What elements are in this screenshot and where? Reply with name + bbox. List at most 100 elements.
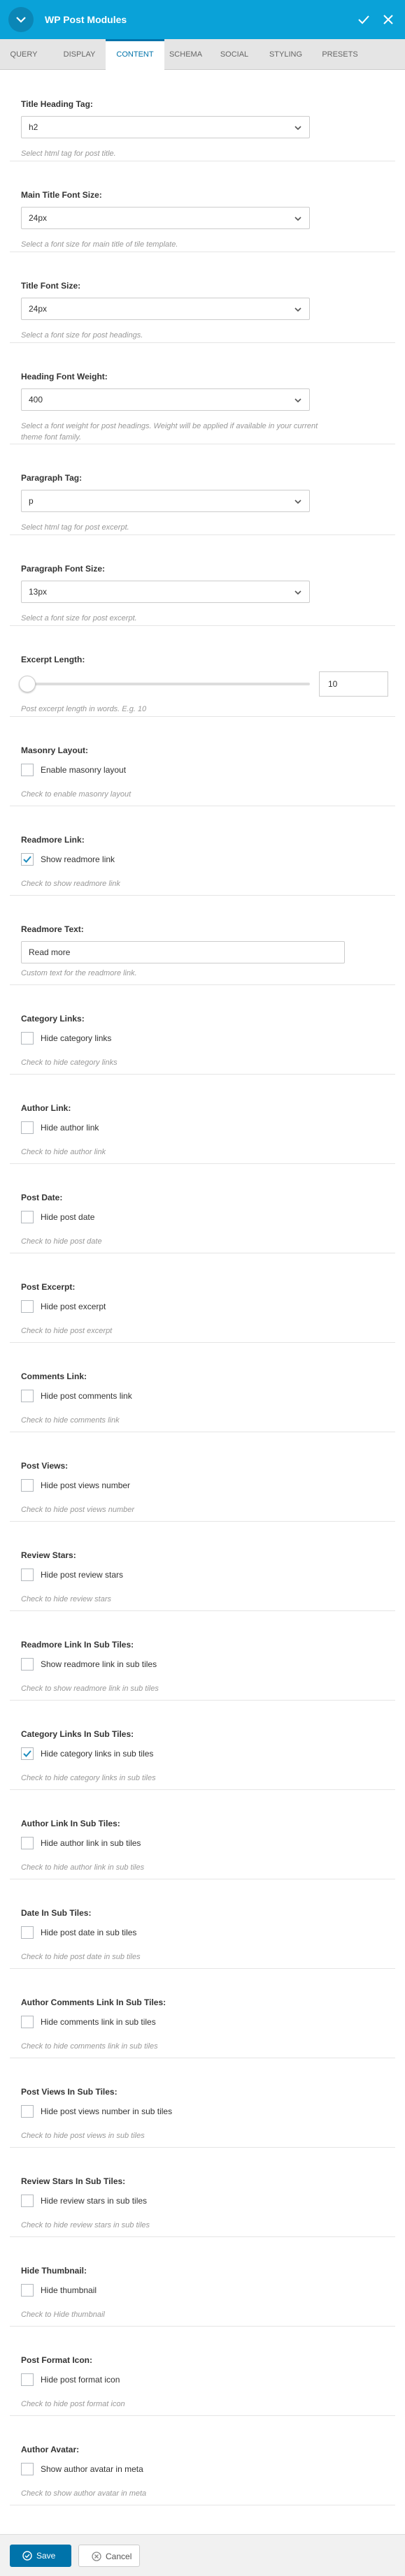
checkbox-label[interactable]: Hide post views number [41,1480,130,1490]
check-icon[interactable] [357,13,370,26]
author-link-checkbox[interactable] [21,1121,34,1134]
checkbox-label[interactable]: Hide post format icon [41,2375,120,2385]
review-stars-in-sub-tiles-checkbox[interactable] [21,2195,34,2207]
chevron-down-icon [294,305,302,316]
paragraph-tag-select[interactable]: p [21,490,310,512]
field-hint: Select a font size for main title of til… [21,240,178,249]
excerpt-slider-track[interactable] [21,683,310,685]
author-comments-link-in-sub-tiles-checkbox[interactable] [21,2016,34,2028]
checkbox-label[interactable]: Hide author link in sub tiles [41,1838,141,1848]
checkbox-label[interactable]: Show readmore link in sub tiles [41,1659,157,1669]
select-value: 24px [29,304,48,314]
field-label: Paragraph Tag: [21,473,83,483]
checkbox-label[interactable]: Hide author link [41,1123,99,1133]
title-font-size-select[interactable]: 24px [21,298,310,320]
checkbox-label[interactable]: Hide post date in sub tiles [41,1928,136,1937]
cancel-button[interactable]: Cancel [78,2545,140,2567]
checkbox-label[interactable]: Hide category links [41,1033,111,1043]
field-hint: Check to hide author link [21,1148,106,1156]
checkbox-label[interactable]: Show readmore link [41,854,115,864]
save-button[interactable]: Save [10,2545,71,2567]
post-format-icon-checkbox[interactable] [21,2373,34,2386]
field-hint: Check to enable masonry layout [21,790,132,799]
field-label: Post Format Icon: [21,2355,93,2365]
section-author-link: Author Link: Hide author link Check to hid… [10,1074,395,1164]
hide-thumbnail-checkbox[interactable] [21,2284,34,2297]
field-hint: Check to hide post date in sub tiles [21,1953,141,1961]
field-hint: Check to hide comments link in sub tiles [21,2042,158,2051]
post-views-checkbox[interactable] [21,1479,34,1492]
field-label: Comments Link: [21,1371,87,1381]
chevron-down-icon [294,497,302,508]
author-link-in-sub-tiles-checkbox[interactable] [21,1837,34,1849]
chevron-down-icon [294,396,302,407]
checkbox-label[interactable]: Hide post comments link [41,1391,132,1401]
post-views-in-sub-tiles-checkbox[interactable] [21,2105,34,2118]
chevron-down-icon [294,214,302,225]
section-post-date: Post Date: Hide post date Check to hide po… [10,1163,395,1253]
field-label: Readmore Text: [21,924,84,934]
field-hint: Check to hide review stars in sub tiles [21,2221,150,2229]
heading-font-weight-select[interactable]: 400 [21,388,310,411]
checkbox-label[interactable]: Enable masonry layout [41,765,126,775]
section-review-stars-in-sub-tiles: Review Stars In Sub Tiles: Hide review st… [10,2147,395,2237]
checkbox-label[interactable]: Hide review stars in sub tiles [41,2196,147,2206]
tab-social[interactable]: SOCIAL [213,39,255,70]
checkbox-label[interactable]: Hide thumbnail [41,2285,97,2295]
field-hint: Select a font weight for post headings. … [21,422,318,430]
field-hint: Check to hide category links in sub tile… [21,1774,156,1782]
readmore-link-checkbox[interactable] [21,853,34,866]
section-title-font-size: Title Font Size: 24px Select a font size f… [10,252,395,343]
main-title-font-size-select[interactable]: 24px [21,207,310,229]
comments-link-checkbox[interactable] [21,1390,34,1402]
checkbox-label[interactable]: Hide post excerpt [41,1302,106,1311]
post-excerpt-checkbox[interactable] [21,1300,34,1313]
author-avatar-checkbox[interactable] [21,2463,34,2475]
chevron-down-icon [16,17,26,23]
readmore-link-in-sub-tiles-checkbox[interactable] [21,1658,34,1671]
section-date-in-sub-tiles: Date In Sub Tiles: Hide post date in sub … [10,1879,395,1969]
field-label: Readmore Link In Sub Tiles: [21,1640,134,1650]
excerpt-slider-handle[interactable] [19,676,36,692]
checkbox-label[interactable]: Hide post views number in sub tiles [41,2106,172,2116]
review-stars-checkbox[interactable] [21,1569,34,1581]
field-hint: Check to hide post excerpt [21,1327,113,1335]
category-links-in-sub-tiles-checkbox[interactable] [21,1747,34,1760]
excerpt-length-input[interactable]: 10 [319,671,388,697]
close-icon[interactable] [382,13,395,26]
field-hint: Check to hide comments link [21,1416,120,1425]
collapse-button[interactable] [8,7,34,32]
field-hint: Check to show author avatar in meta [21,2489,147,2498]
tab-display[interactable]: DISPLAY [56,39,103,70]
field-hint: Check to show readmore link [21,880,120,888]
field-label: Post Date: [21,1193,63,1202]
cancel-label: Cancel [106,2552,132,2561]
section-author-link-in-sub-tiles: Author Link In Sub Tiles: Hide author lin… [10,1789,395,1879]
post-date-checkbox[interactable] [21,1211,34,1223]
modal-footer: Save Cancel [0,2534,405,2576]
title-heading-tag-select[interactable]: h2 [21,116,310,138]
content-panel: Title Heading Tag: h2 Select html tag for … [0,70,405,2534]
field-label: Paragraph Font Size: [21,564,106,574]
category-links-checkbox[interactable] [21,1032,34,1045]
checkbox-label[interactable]: Hide category links in sub tiles [41,1749,153,1759]
field-hint: Check to hide post format icon [21,2400,125,2408]
checkbox-label[interactable]: Hide comments link in sub tiles [41,2017,156,2027]
paragraph-font-size-select[interactable]: 13px [21,581,310,603]
date-in-sub-tiles-checkbox[interactable] [21,1926,34,1939]
field-label: Author Link In Sub Tiles: [21,1819,120,1828]
cancel-circle-icon [92,2552,101,2561]
tab-query[interactable]: QUERY [7,39,41,70]
readmore-text-input[interactable]: Read more [21,941,345,963]
tab-content[interactable]: CONTENT [106,39,164,70]
tab-schema[interactable]: SCHEMA [165,39,206,70]
tab-presets[interactable]: PRESETS [317,39,363,70]
masonry-layout-checkbox[interactable] [21,764,34,776]
checkbox-label[interactable]: Show author avatar in meta [41,2464,143,2474]
tab-styling[interactable]: STYLING [263,39,308,70]
checkbox-label[interactable]: Hide post review stars [41,1570,123,1580]
checkbox-label[interactable]: Hide post date [41,1212,94,1222]
field-label: Heading Font Weight: [21,372,108,381]
field-hint: Check to hide post date [21,1237,102,1246]
field-hint: Check to hide category links [21,1058,118,1067]
